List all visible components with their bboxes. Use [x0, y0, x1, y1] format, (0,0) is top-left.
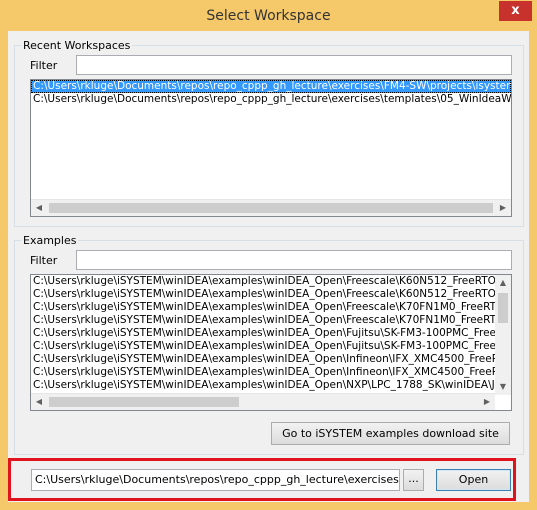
recent-workspace-item[interactable]: C:\Users\rkluge\Documents\repos\repo_cpp… [31, 80, 511, 93]
examples-list[interactable]: C:\Users\rkluge\iSYSTEM\winIDEA\examples… [30, 274, 512, 411]
scrollbar-thumb[interactable] [49, 397, 239, 407]
recent-workspaces-list[interactable]: C:\Users\rkluge\Documents\repos\repo_cpp… [30, 79, 512, 217]
examples-horizontal-scrollbar[interactable]: ◀ ▶ [31, 393, 495, 410]
example-rows: C:\Users\rkluge\iSYSTEM\winIDEA\examples… [31, 275, 495, 392]
examples-download-button[interactable]: Go to iSYSTEM examples download site [271, 422, 510, 445]
scroll-down-icon[interactable]: ▼ [495, 379, 511, 395]
examples-label: Examples [21, 234, 79, 247]
scroll-right-icon[interactable]: ▶ [495, 200, 511, 216]
example-item[interactable]: C:\Users\rkluge\iSYSTEM\winIDEA\examples… [31, 288, 495, 301]
browse-button[interactable]: ... [403, 469, 424, 491]
example-item[interactable]: C:\Users\rkluge\iSYSTEM\winIDEA\examples… [31, 301, 495, 314]
example-item[interactable]: C:\Users\rkluge\iSYSTEM\winIDEA\examples… [31, 366, 495, 379]
examples-filter-input[interactable] [76, 250, 512, 270]
scroll-up-icon[interactable]: ▲ [495, 275, 511, 291]
recent-workspace-item[interactable]: C:\Users\rkluge\Documents\repos\repo_cpp… [31, 93, 511, 106]
example-item[interactable]: C:\Users\rkluge\iSYSTEM\winIDEA\examples… [31, 327, 495, 340]
scroll-left-icon[interactable]: ◀ [31, 200, 47, 216]
recent-workspaces-label: Recent Workspaces [21, 39, 133, 52]
example-item[interactable]: C:\Users\rkluge\iSYSTEM\winIDEA\examples… [31, 340, 495, 353]
examples-vertical-scrollbar[interactable]: ▲ ▼ [495, 275, 511, 395]
select-workspace-dialog: Select Workspace x Recent Workspaces Fil… [0, 0, 537, 510]
scrollbar-thumb[interactable] [49, 203, 493, 213]
recent-rows: C:\Users\rkluge\Documents\repos\repo_cpp… [31, 80, 511, 106]
scrollbar-thumb[interactable] [498, 293, 508, 323]
dialog-client-area: Recent Workspaces Filter C:\Users\rkluge… [8, 31, 529, 502]
scroll-right-icon[interactable]: ▶ [479, 394, 495, 410]
example-item[interactable]: C:\Users\rkluge\iSYSTEM\winIDEA\examples… [31, 275, 495, 288]
window-title: Select Workspace [206, 8, 331, 24]
recent-filter-label: Filter [30, 59, 58, 72]
close-button[interactable]: x [499, 1, 532, 21]
examples-filter-label: Filter [30, 254, 58, 267]
example-item[interactable]: C:\Users\rkluge\iSYSTEM\winIDEA\examples… [31, 314, 495, 327]
recent-filter-input[interactable] [76, 55, 512, 75]
example-item[interactable]: C:\Users\rkluge\iSYSTEM\winIDEA\examples… [31, 379, 495, 392]
recent-horizontal-scrollbar[interactable]: ◀ ▶ [31, 199, 511, 216]
scroll-left-icon[interactable]: ◀ [31, 394, 47, 410]
example-item[interactable]: C:\Users\rkluge\iSYSTEM\winIDEA\examples… [31, 353, 495, 366]
open-button[interactable]: Open [436, 469, 511, 491]
workspace-path-input[interactable]: C:\Users\rkluge\Documents\repos\repo_cpp… [31, 469, 400, 491]
